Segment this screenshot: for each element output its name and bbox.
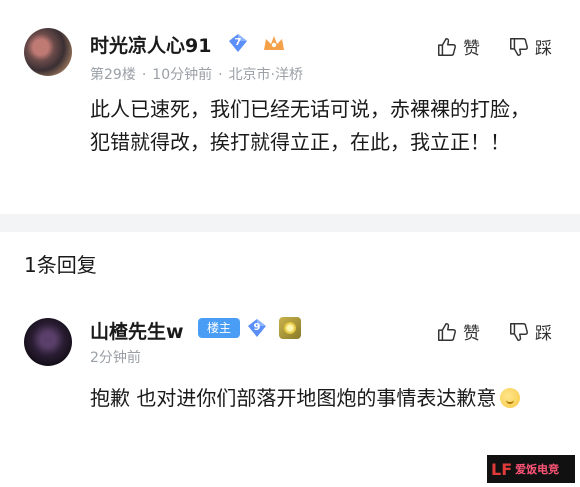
- post-time: 10分钟前: [152, 67, 213, 83]
- watermark-logo: LF 爱饭电竞: [487, 455, 575, 483]
- level-badge: 7: [228, 33, 248, 53]
- reply-like-label: 赞: [463, 324, 480, 344]
- medal-icon: [279, 317, 301, 339]
- reply-level-badge: 9: [247, 318, 267, 338]
- avatar[interactable]: [24, 28, 72, 76]
- thumbs-down-icon: [510, 322, 528, 341]
- reply-like-button[interactable]: 赞: [436, 319, 480, 344]
- dislike-button[interactable]: 踩: [508, 34, 552, 59]
- reply-username[interactable]: 山楂先生w: [90, 317, 184, 344]
- reply-content: 抱歉 也对进你们部落开地图炮的事情表达歉意: [90, 382, 542, 415]
- like-label: 赞: [463, 39, 480, 59]
- like-button[interactable]: 赞: [436, 34, 480, 59]
- floor-number: 第29楼: [90, 67, 136, 83]
- reply-avatar[interactable]: [24, 318, 72, 366]
- smile-emoji-icon: [500, 388, 521, 408]
- thumbs-up-icon: [438, 37, 456, 56]
- section-divider: [0, 214, 580, 232]
- reply-dislike-button[interactable]: 踩: [508, 319, 552, 344]
- comment-content: 此人已速死，我们已经无话可说，赤裸裸的打脸，犯错就得改，挨打就得立正，在此，我立…: [90, 97, 530, 154]
- thumbs-up-icon: [438, 322, 456, 341]
- crown-icon: [262, 34, 286, 52]
- reply-dislike-label: 踩: [535, 324, 552, 344]
- owner-badge: 楼主: [198, 318, 240, 338]
- post-location: 北京市·洋桥: [228, 67, 304, 83]
- watermark-text: 爱饭电竞: [515, 463, 560, 476]
- username[interactable]: 时光凉人心91: [90, 31, 211, 58]
- reply-time: 2分钟前: [90, 350, 141, 366]
- post-meta: 第29楼 · 10分钟前 · 北京市·洋桥: [90, 67, 304, 83]
- watermark-mark: LF: [491, 459, 513, 479]
- comment-card: 时光凉人心91 7 第29楼 · 10分钟前 · 北京市·洋桥 赞 踩 此人已速死，我们…: [0, 0, 580, 214]
- reply-count: 1条回复: [24, 253, 97, 277]
- thumbs-down-icon: [510, 37, 528, 56]
- dislike-label: 踩: [535, 39, 552, 59]
